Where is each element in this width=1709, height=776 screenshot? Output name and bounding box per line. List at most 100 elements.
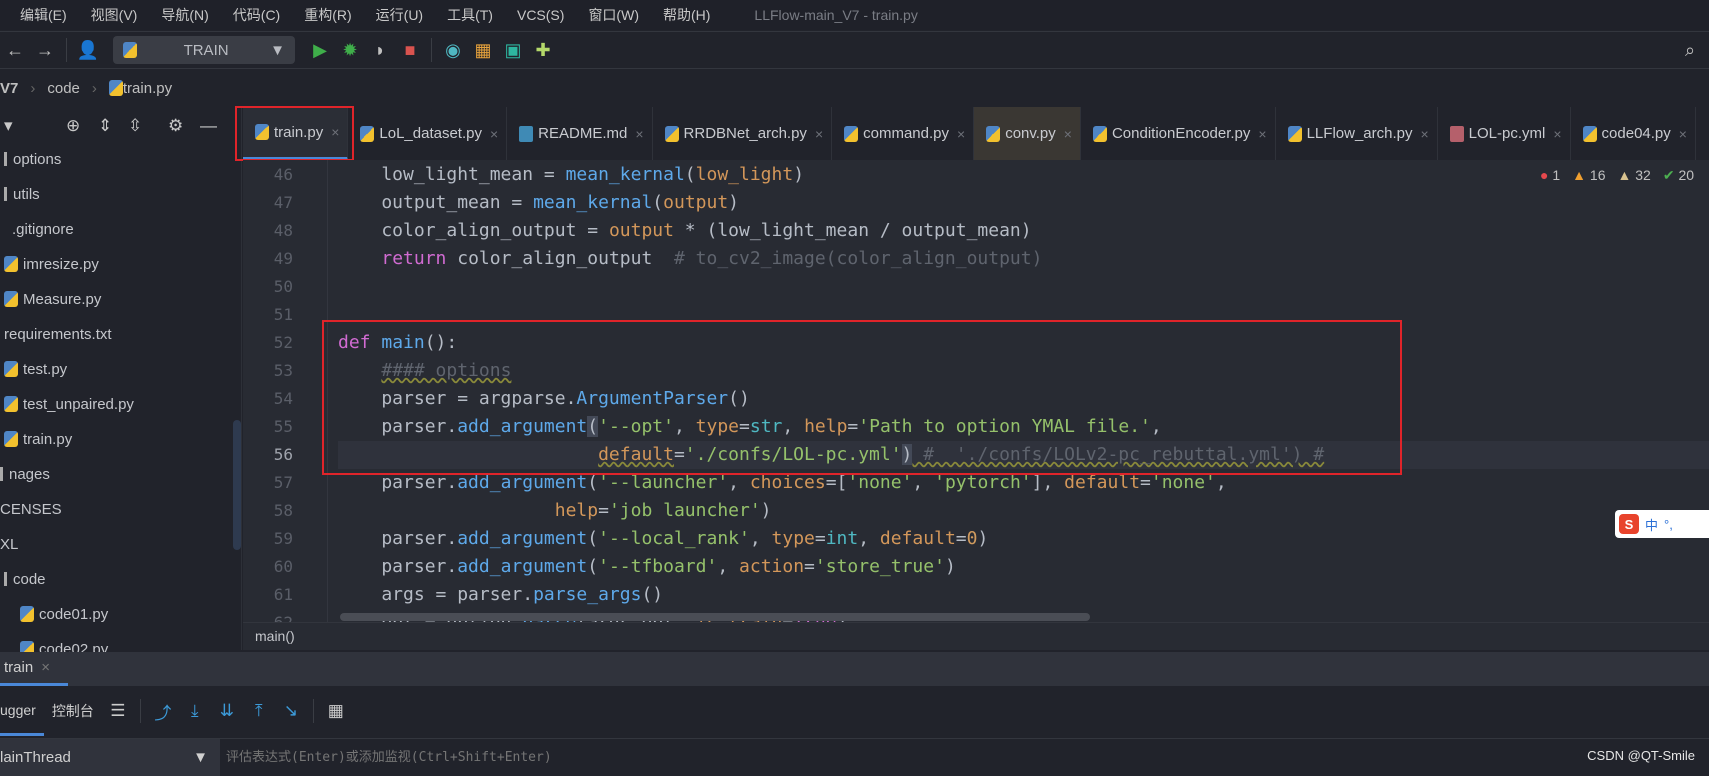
sidebar-item[interactable]: train.py — [4, 424, 72, 454]
ime-toolbar[interactable]: S 中 °, — [1615, 510, 1709, 538]
inspection-typos[interactable]: ✔ 20 — [1663, 167, 1694, 184]
tab-conditionencoder-py[interactable]: ConditionEncoder.py × — [1081, 107, 1276, 160]
run-icon[interactable]: ▶ — [305, 35, 335, 65]
python-file-icon — [108, 80, 123, 96]
debug-bug-icon[interactable]: ✹ — [335, 35, 365, 65]
evaluate-expression-input[interactable] — [220, 738, 1709, 776]
back-icon[interactable]: ← — [0, 35, 30, 65]
sidebar-item[interactable]: nages — [0, 459, 50, 489]
sidebar-scrollbar[interactable] — [233, 420, 241, 550]
sidebar-item[interactable]: code — [4, 564, 46, 594]
ime-language[interactable]: 中 — [1645, 515, 1658, 534]
code-line[interactable]: output_mean = mean_kernal(output) — [338, 189, 1709, 217]
menu-view[interactable]: 视图(V) — [91, 5, 138, 25]
close-icon[interactable]: × — [1420, 126, 1428, 142]
expand-all-icon[interactable]: ⇕ — [98, 116, 112, 136]
code-line[interactable]: low_light_mean = mean_kernal(low_light) — [338, 161, 1709, 189]
sidebar-item[interactable]: Measure.py — [4, 284, 101, 314]
close-icon[interactable]: × — [957, 126, 965, 142]
run-to-cursor-icon[interactable]: ↘ — [275, 701, 307, 721]
close-icon[interactable]: × — [1553, 126, 1561, 142]
sidebar-item[interactable]: .gitignore — [4, 214, 74, 244]
ime-punctuation[interactable]: °, — [1664, 517, 1673, 532]
user-icon[interactable]: 👤 — [73, 35, 103, 65]
tab-code04-py[interactable]: code04.py × — [1571, 107, 1696, 160]
gear-icon[interactable]: ⚙ — [168, 116, 183, 136]
close-icon[interactable]: × — [1258, 126, 1266, 142]
breadcrumb-folder[interactable]: code — [47, 80, 80, 97]
thread-select[interactable]: lainThread ▼ — [0, 738, 220, 776]
debug-run-tab[interactable]: train × — [0, 652, 68, 686]
chevron-down-icon[interactable]: ▾ — [4, 116, 13, 136]
code-line[interactable]: help='job launcher') — [338, 497, 1709, 525]
tab-readme-md[interactable]: README.md × — [507, 107, 653, 160]
code-line[interactable]: parser.add_argument('--tfboard', action=… — [338, 553, 1709, 581]
tab-lol-dataset-py[interactable]: LoL_dataset.py × — [348, 107, 508, 160]
show-execution-point-icon[interactable]: ⤴ — [147, 699, 179, 724]
sidebar-item[interactable]: test_unpaired.py — [4, 389, 134, 419]
debugger-tab-label: ugger — [0, 701, 36, 718]
menu-lines-icon[interactable]: ☰ — [102, 701, 134, 721]
collapse-all-icon[interactable]: ⇳ — [128, 116, 142, 136]
close-icon[interactable]: × — [490, 126, 498, 142]
close-icon[interactable]: × — [635, 126, 643, 142]
line-number: 46 — [273, 165, 293, 184]
inspection-widget[interactable]: ● 1 ▲ 16 ▲ 32 ✔ 20 — [1540, 167, 1694, 184]
sidebar-item[interactable]: imresize.py — [4, 249, 99, 279]
inspection-weak-warnings[interactable]: ▲ 32 — [1617, 167, 1650, 184]
inspection-warnings[interactable]: ▲ 16 — [1572, 167, 1605, 184]
profiler-icon[interactable]: ◉ — [438, 35, 468, 65]
menu-edit[interactable]: 编辑(E) — [20, 5, 67, 25]
editor-horizontal-scrollbar[interactable] — [340, 613, 1090, 621]
menu-code[interactable]: 代码(C) — [233, 5, 280, 25]
sidebar-item[interactable]: test.py — [4, 354, 67, 384]
run-config-select[interactable]: TRAIN ▼ — [113, 36, 295, 64]
code-line[interactable]: parser.add_argument('--local_rank', type… — [338, 525, 1709, 553]
tab-conv-py[interactable]: conv.py × — [974, 107, 1081, 160]
layout-icon[interactable]: ▦ — [468, 35, 498, 65]
tab-command-py[interactable]: command.py × — [832, 107, 975, 160]
menu-tools[interactable]: 工具(T) — [447, 5, 493, 25]
menu-help[interactable]: 帮助(H) — [663, 5, 710, 25]
sidebar-item[interactable]: utils — [4, 179, 40, 209]
breadcrumb-project[interactable]: V7 — [0, 80, 18, 97]
coverage-icon[interactable]: ◗ — [365, 35, 395, 65]
tab-rrdbnet-arch-py[interactable]: RRDBNet_arch.py × — [653, 107, 833, 160]
function-breadcrumb[interactable]: main() — [243, 622, 1709, 650]
search-icon[interactable]: ⌕ — [1675, 35, 1705, 65]
code-line[interactable]: args = parser.parse_args() — [338, 581, 1709, 609]
breadcrumb-file[interactable]: train.py — [123, 80, 172, 97]
menu-navigate[interactable]: 导航(N) — [161, 5, 208, 25]
code-line[interactable]: return color_align_output # to_cv2_image… — [338, 245, 1709, 273]
close-icon[interactable]: × — [41, 659, 50, 676]
calculator-icon[interactable]: ▦ — [320, 701, 352, 721]
stop-icon[interactable]: ■ — [395, 35, 425, 65]
inspection-errors[interactable]: ● 1 — [1540, 167, 1560, 184]
notebook-icon[interactable]: ▣ — [498, 35, 528, 65]
plugin-icon[interactable]: ✚ — [528, 35, 558, 65]
code-line[interactable]: color_align_output = output * (low_light… — [338, 217, 1709, 245]
sidebar-item[interactable]: options — [4, 144, 61, 174]
tab-console[interactable]: 控制台 — [44, 686, 102, 736]
step-into-my-code-icon[interactable]: ⇊ — [211, 701, 243, 721]
step-over-icon[interactable]: ⤓ — [179, 701, 211, 721]
menu-refactor[interactable]: 重构(R) — [304, 5, 351, 25]
close-icon[interactable]: × — [1064, 126, 1072, 142]
hide-icon[interactable]: — — [200, 116, 217, 136]
step-out-icon[interactable]: ⤒ — [243, 701, 275, 721]
sidebar-item[interactable]: requirements.txt — [4, 319, 112, 349]
close-icon[interactable]: × — [815, 126, 823, 142]
code-line[interactable] — [338, 273, 1709, 301]
menu-window[interactable]: 窗口(W) — [588, 5, 639, 25]
sidebar-item[interactable]: XL — [0, 529, 18, 559]
sidebar-item[interactable]: CENSES — [0, 494, 62, 524]
tab-lol-pc-yml[interactable]: LOL-pc.yml × — [1438, 107, 1571, 160]
locate-icon[interactable]: ⊕ — [66, 116, 80, 136]
menu-run[interactable]: 运行(U) — [376, 5, 423, 25]
forward-icon[interactable]: → — [30, 35, 60, 65]
close-icon[interactable]: × — [1679, 126, 1687, 142]
sidebar-item[interactable]: code01.py — [20, 599, 108, 629]
menu-vcs[interactable]: VCS(S) — [517, 7, 564, 23]
tab-llflow-arch-py[interactable]: LLFlow_arch.py × — [1276, 107, 1438, 160]
tab-debugger[interactable]: ugger — [0, 686, 44, 736]
